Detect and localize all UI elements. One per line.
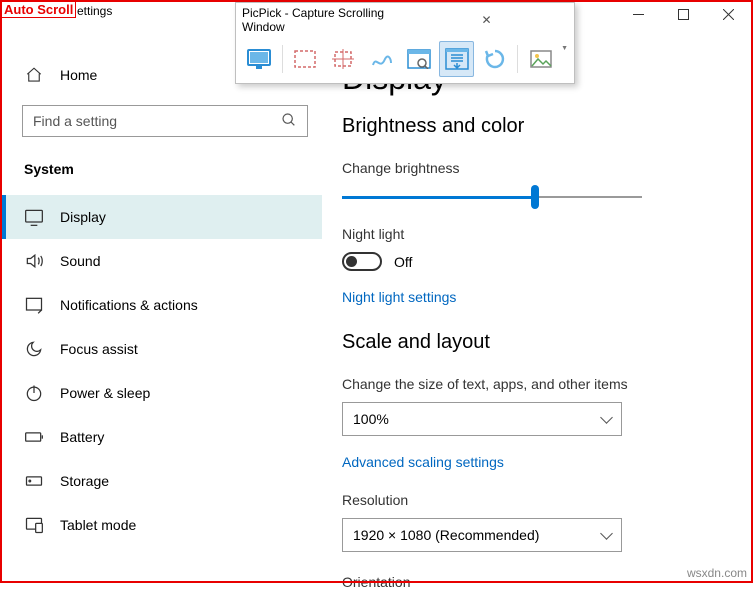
watermark: wsxdn.com [687,566,747,580]
section-system: System [2,155,322,183]
fullscreen-icon[interactable] [242,41,277,77]
nav-label: Focus assist [60,341,138,357]
storage-icon [24,471,44,491]
picpick-close-button[interactable]: ✕ [405,13,568,27]
sidebar-item-focus-assist[interactable]: Focus assist [2,327,322,371]
close-button[interactable] [706,0,751,28]
home-label: Home [60,67,97,83]
nav-label: Tablet mode [60,517,136,533]
brightness-label: Change brightness [342,160,723,176]
nav-list: Display Sound Notifications & actions Fo… [2,195,322,547]
maximize-button[interactable] [661,0,706,28]
picpick-toolbar: ▼ [236,37,574,83]
minimize-button[interactable] [616,0,661,28]
nav-label: Power & sleep [60,385,150,401]
scale-label: Change the size of text, apps, and other… [342,376,723,392]
scale-dropdown[interactable]: 100% [342,402,622,436]
sidebar-item-notifications[interactable]: Notifications & actions [2,283,322,327]
nightlight-settings-link[interactable]: Night light settings [342,289,723,305]
focus-icon [24,339,44,359]
battery-icon [24,427,44,447]
display-icon [24,207,44,227]
window-title: ettings [77,4,112,18]
nightlight-toggle[interactable] [342,252,382,271]
search-placeholder: Find a setting [33,113,117,129]
nav-label: Sound [60,253,100,269]
advanced-scaling-link[interactable]: Advanced scaling settings [342,454,723,470]
sidebar-item-power[interactable]: Power & sleep [2,371,322,415]
nightlight-state: Off [394,254,412,270]
sidebar-item-battery[interactable]: Battery [2,415,322,459]
slider-thumb[interactable] [531,185,539,209]
content-pane: Display Brightness and color Change brig… [322,2,751,581]
sidebar-item-sound[interactable]: Sound [2,239,322,283]
nav-label: Notifications & actions [60,297,198,313]
sound-icon [24,251,44,271]
search-input[interactable]: Find a setting [22,105,308,137]
picpick-titlebar[interactable]: PicPick - Capture Scrolling Window ✕ [236,3,574,37]
scale-value: 100% [353,411,389,427]
tablet-icon [24,515,44,535]
sidebar-item-tablet[interactable]: Tablet mode [2,503,322,547]
notifications-icon [24,295,44,315]
nightlight-label: Night light [342,226,723,242]
window-controls [616,0,751,28]
nav-label: Display [60,209,106,225]
sidebar-item-display[interactable]: Display [2,195,322,239]
power-icon [24,383,44,403]
settings-window: ettings Home Find a setting System Displ… [2,2,751,581]
resolution-value: 1920 × 1080 (Recommended) [353,527,539,543]
brightness-slider[interactable] [342,190,642,204]
section-scale: Scale and layout [342,331,723,354]
search-icon [281,112,297,131]
image-icon[interactable] [523,41,558,77]
resolution-dropdown[interactable]: 1920 × 1080 (Recommended) [342,518,622,552]
home-icon [24,65,44,85]
chevron-down-icon [600,411,613,424]
picpick-window[interactable]: PicPick - Capture Scrolling Window ✕ ▼ [235,2,575,84]
nav-label: Storage [60,473,109,489]
sidebar-item-storage[interactable]: Storage [2,459,322,503]
freehand-icon[interactable] [364,41,399,77]
scrolling-window-icon[interactable] [439,41,474,77]
autoscroll-badge: Auto Scroll [2,2,76,18]
chevron-down-icon [600,527,613,540]
dropdown-caret-icon[interactable]: ▼ [561,45,568,52]
resolution-label: Resolution [342,492,723,508]
repeat-icon[interactable] [477,41,512,77]
section-brightness: Brightness and color [342,115,723,138]
sidebar: ettings Home Find a setting System Displ… [2,2,322,581]
window-capture-icon[interactable] [402,41,437,77]
fixed-region-icon[interactable] [326,41,361,77]
nav-label: Battery [60,429,104,445]
region-icon[interactable] [288,41,323,77]
picpick-title: PicPick - Capture Scrolling Window [242,6,405,34]
orientation-label: Orientation [342,574,723,590]
